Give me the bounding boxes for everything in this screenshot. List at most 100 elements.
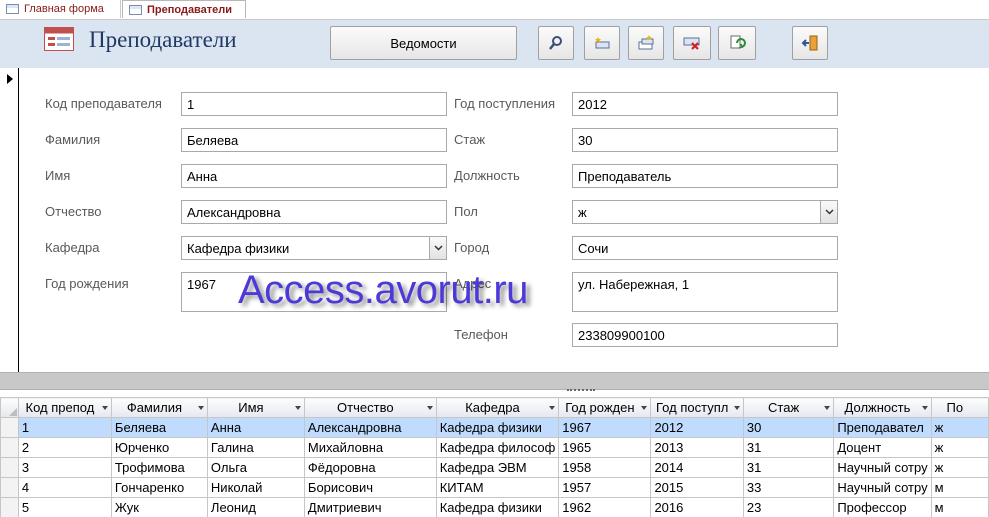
column-filter-icon[interactable] — [197, 406, 204, 410]
hire-year-field[interactable]: 2012 — [572, 92, 838, 116]
gender-dropdown-button[interactable] — [820, 201, 837, 223]
table-cell[interactable]: Преподавател — [833, 417, 932, 438]
column-header[interactable]: Должность — [833, 397, 932, 418]
patronymic-field[interactable]: Александровна — [181, 200, 447, 224]
table-cell[interactable]: 23 — [742, 497, 835, 517]
column-filter-icon[interactable] — [549, 406, 556, 410]
column-filter-icon[interactable] — [101, 406, 108, 410]
table-cell[interactable]: 5 — [17, 497, 112, 517]
phone-field[interactable]: 233809900100 — [572, 323, 838, 347]
tab-teachers[interactable]: Преподаватели — [122, 0, 246, 18]
table-cell[interactable]: 1957 — [558, 477, 652, 498]
refresh-button[interactable] — [718, 26, 756, 60]
table-cell[interactable]: Николай — [206, 477, 305, 498]
table-cell[interactable]: Дмитриевич — [303, 497, 437, 517]
tab-main-form[interactable]: Главная форма — [0, 0, 121, 18]
table-cell[interactable]: ж — [930, 457, 989, 478]
new-record-button[interactable] — [584, 26, 620, 60]
delete-record-button[interactable] — [673, 26, 711, 60]
table-cell[interactable]: 1965 — [558, 437, 652, 458]
table-cell[interactable]: 2 — [17, 437, 112, 458]
table-cell[interactable]: м — [930, 477, 989, 498]
table-cell[interactable]: 4 — [17, 477, 112, 498]
table-cell[interactable]: 2015 — [650, 477, 744, 498]
record-selector[interactable] — [0, 68, 19, 372]
column-header[interactable]: Код препод — [17, 397, 112, 418]
column-filter-icon[interactable] — [426, 406, 433, 410]
position-field[interactable]: Преподаватель — [572, 164, 838, 188]
table-cell[interactable]: Жук — [110, 497, 208, 517]
column-filter-icon[interactable] — [921, 406, 928, 410]
table-cell[interactable]: Кафедра философ — [435, 437, 560, 458]
row-selector[interactable] — [0, 437, 19, 458]
table-row[interactable]: 5 Жук Леонид Дмитриевич Кафедра физики 1… — [0, 497, 989, 517]
column-filter-icon[interactable] — [294, 406, 301, 410]
table-cell[interactable]: 31 — [742, 457, 835, 478]
row-selector[interactable] — [0, 417, 19, 438]
column-filter-icon[interactable] — [733, 406, 740, 410]
table-cell[interactable]: 31 — [742, 437, 835, 458]
copy-record-button[interactable] — [628, 26, 664, 60]
table-cell[interactable]: 2014 — [650, 457, 744, 478]
department-dropdown-button[interactable] — [429, 237, 446, 259]
address-field[interactable]: ул. Набережная, 1 — [572, 272, 838, 312]
column-header[interactable]: Фамилия — [110, 397, 208, 418]
table-cell[interactable]: Леонид — [206, 497, 305, 517]
row-selector[interactable] — [0, 477, 19, 498]
table-row[interactable]: 2 Юрченко Галина Михайловна Кафедра фило… — [0, 437, 989, 458]
table-cell[interactable]: Юрченко — [110, 437, 208, 458]
row-selector[interactable] — [0, 497, 19, 517]
table-cell[interactable]: 2016 — [650, 497, 744, 517]
row-selector[interactable] — [0, 457, 19, 478]
gender-combo[interactable]: ж — [572, 200, 838, 224]
table-cell[interactable]: ж — [930, 437, 989, 458]
table-row[interactable]: 1 Беляева Анна Александровна Кафедра физ… — [0, 417, 989, 438]
department-combo[interactable]: Кафедра физики — [181, 236, 447, 260]
column-header[interactable]: Стаж — [742, 397, 835, 418]
select-all-corner[interactable] — [0, 397, 19, 418]
table-cell[interactable]: 30 — [742, 417, 835, 438]
column-header[interactable]: Отчество — [303, 397, 437, 418]
table-cell[interactable]: 2013 — [650, 437, 744, 458]
column-filter-icon[interactable] — [641, 406, 648, 410]
column-header[interactable]: Имя — [206, 397, 305, 418]
table-cell[interactable]: Трофимова — [110, 457, 208, 478]
table-cell[interactable]: Научный сотру — [833, 457, 932, 478]
table-cell[interactable]: Доцент — [833, 437, 932, 458]
table-cell[interactable]: м — [930, 497, 989, 517]
table-cell[interactable]: Александровна — [303, 417, 437, 438]
column-filter-icon[interactable] — [824, 406, 831, 410]
reports-button[interactable]: Ведомости — [330, 26, 517, 60]
table-cell[interactable]: Профессор — [833, 497, 932, 517]
column-header[interactable]: Год поступл — [650, 397, 744, 418]
exit-button[interactable] — [792, 26, 828, 60]
table-cell[interactable]: КИТАМ — [435, 477, 560, 498]
column-header[interactable]: По — [930, 397, 989, 418]
table-cell[interactable]: Гончаренко — [110, 477, 208, 498]
last-name-field[interactable]: Беляева — [181, 128, 447, 152]
table-cell[interactable]: Беляева — [110, 417, 208, 438]
table-cell[interactable]: Научный сотру — [833, 477, 932, 498]
table-cell[interactable]: Ольга — [206, 457, 305, 478]
table-cell[interactable]: 3 — [17, 457, 112, 478]
table-cell[interactable]: ж — [930, 417, 989, 438]
search-button[interactable] — [538, 26, 574, 60]
column-header[interactable]: Год рожден — [558, 397, 652, 418]
table-cell[interactable]: 33 — [742, 477, 835, 498]
experience-field[interactable]: 30 — [572, 128, 838, 152]
teacher-id-field[interactable]: 1 — [181, 92, 447, 116]
table-cell[interactable]: 2012 — [650, 417, 744, 438]
column-header[interactable]: Кафедра — [435, 397, 560, 418]
table-cell[interactable]: 1958 — [558, 457, 652, 478]
table-cell[interactable]: 1 — [17, 417, 112, 438]
split-form-divider[interactable] — [0, 372, 989, 391]
table-cell[interactable]: 1962 — [558, 497, 652, 517]
table-cell[interactable]: Фёдоровна — [303, 457, 437, 478]
first-name-field[interactable]: Анна — [181, 164, 447, 188]
table-cell[interactable]: Кафедра физики — [435, 497, 560, 517]
table-row[interactable]: 4 Гончаренко Николай Борисович КИТАМ 195… — [0, 477, 989, 498]
table-cell[interactable]: Галина — [206, 437, 305, 458]
table-cell[interactable]: Кафедра физики — [435, 417, 560, 438]
city-field[interactable]: Сочи — [572, 236, 838, 260]
table-row[interactable]: 3 Трофимова Ольга Фёдоровна Кафедра ЭВМ … — [0, 457, 989, 478]
